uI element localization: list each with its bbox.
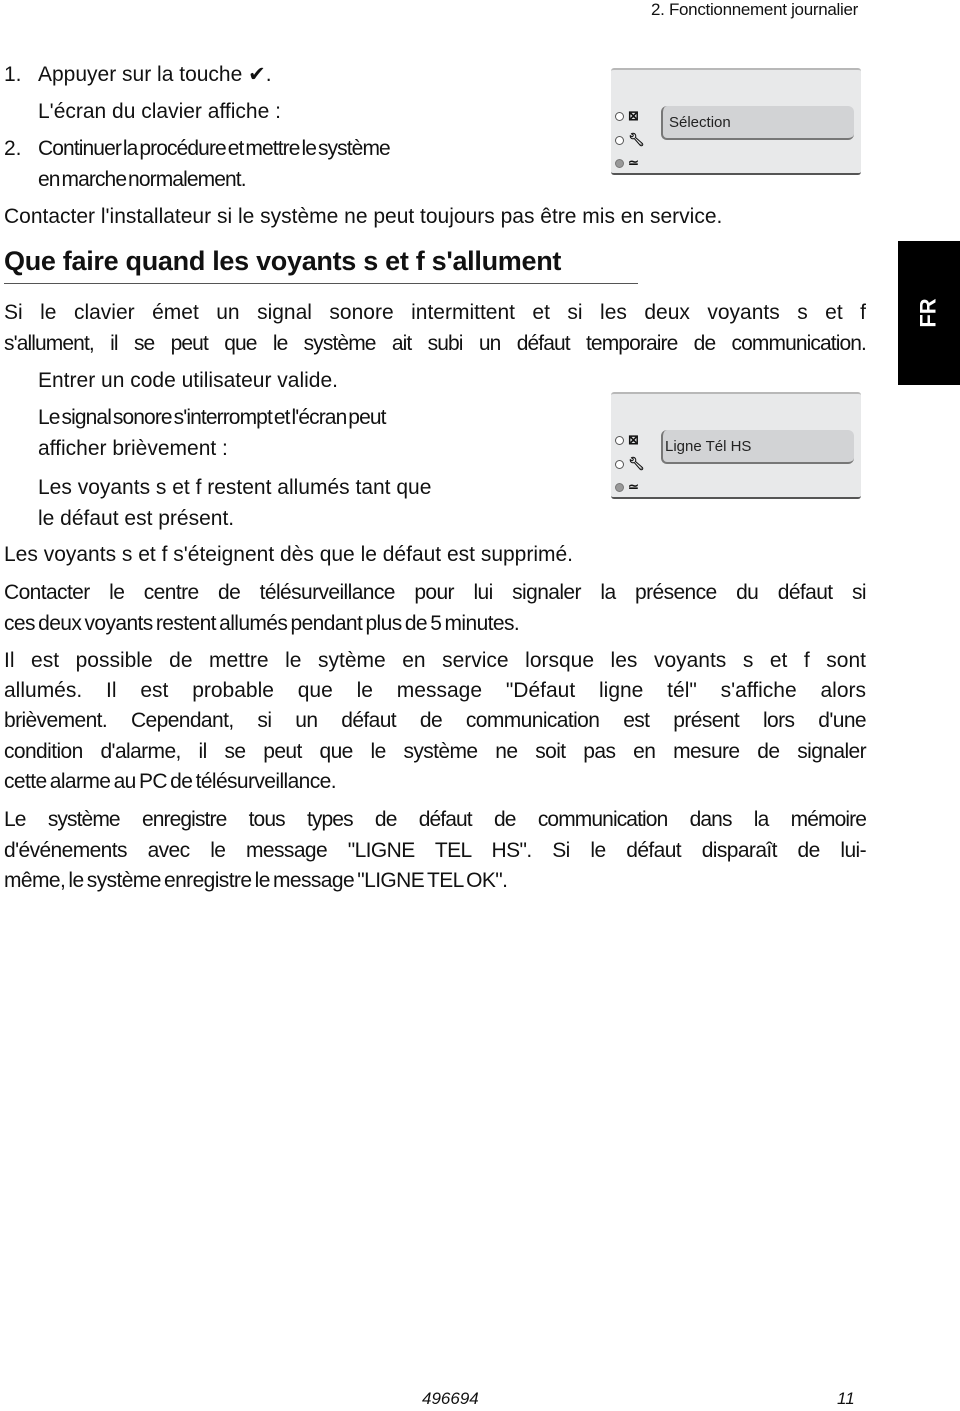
page-number: 11: [837, 1389, 855, 1408]
possible-line-5: cette alarme au PC de télésurveillance.: [4, 770, 337, 793]
log-line-3: même, le système enregistre le message "…: [4, 869, 508, 892]
leds-off-text: Les voyants s et f s'éteignent dès que l…: [4, 543, 574, 566]
wrench-icon: 🔧︎: [628, 456, 645, 471]
step-leds-line-2: le défaut est présent.: [38, 507, 235, 530]
log-line-2: d'événements avec le message "LIGNE TEL …: [4, 839, 867, 862]
led-3: [615, 159, 624, 168]
keypad-display-1: ⊠ 🔧︎ ≃ Sélection: [611, 68, 861, 175]
intro-line-1: Si le clavier émet un signal sonore inte…: [4, 301, 866, 324]
possible-line-1: Il est possible de mettre le sytème en s…: [4, 649, 866, 672]
log-line-1: Le système enregistre tous types de défa…: [4, 808, 867, 831]
step-1-text: Appuyer sur la touche ✔.: [38, 63, 272, 86]
led-1: [615, 436, 624, 445]
section-heading: Que faire quand les voyants s et f s'all…: [4, 246, 638, 284]
wrench-icon: 🔧︎: [628, 132, 645, 147]
contact-center-line-2: ces deux voyants restent allumés pendant…: [4, 612, 520, 635]
step-1-number: 1.: [4, 63, 22, 86]
language-tab-label: FR: [915, 298, 941, 328]
keypad-screen-text: Ligne Tél HS: [661, 430, 854, 464]
contact-installer-text: Contacter l'installateur si le système n…: [4, 205, 723, 228]
tamper-icon: ⊠: [628, 108, 639, 123]
language-tab: FR: [898, 241, 960, 385]
keypad-display-2: ⊠ 🔧︎ ≃ Ligne Tél HS: [611, 392, 861, 499]
document-number: 496694: [422, 1389, 479, 1408]
step-1-sub: L'écran du clavier affiche :: [38, 100, 281, 123]
intro-line-2: s'allument, il se peut que le système ai…: [4, 332, 867, 355]
step-enter-code: Entrer un code utilisateur valide.: [38, 369, 338, 392]
contact-center-line-1: Contacter le centre de télésurveillance …: [4, 581, 867, 604]
led-1: [615, 112, 624, 121]
step-leds-line-1: Les voyants s et f restent allumés tant …: [38, 476, 432, 499]
possible-line-3: brièvement. Cependant, si un défaut de c…: [4, 709, 867, 732]
power-icon: ≃: [628, 155, 639, 170]
led-2: [615, 460, 624, 469]
power-icon: ≃: [628, 479, 639, 494]
step-signal-line-2: afficher brièvement :: [38, 437, 228, 460]
step-2-line-2: en marche normalement.: [38, 168, 247, 191]
step-2-line-1: Continuer la procédure et mettre le syst…: [38, 137, 391, 160]
led-2: [615, 136, 624, 145]
led-3: [615, 483, 624, 492]
step-signal-line-1: Le signal sonore s'interrompt et l'écran…: [38, 406, 386, 429]
step-2-number: 2.: [4, 137, 22, 160]
keypad-screen-text: Sélection: [661, 106, 854, 140]
possible-line-2: allumés. Il est probable que le message …: [4, 679, 866, 702]
tamper-icon: ⊠: [628, 432, 639, 447]
running-header: 2. Fonctionnement journalier: [650, 0, 858, 19]
possible-line-4: condition d'alarme, il se peut que le sy…: [4, 740, 867, 763]
